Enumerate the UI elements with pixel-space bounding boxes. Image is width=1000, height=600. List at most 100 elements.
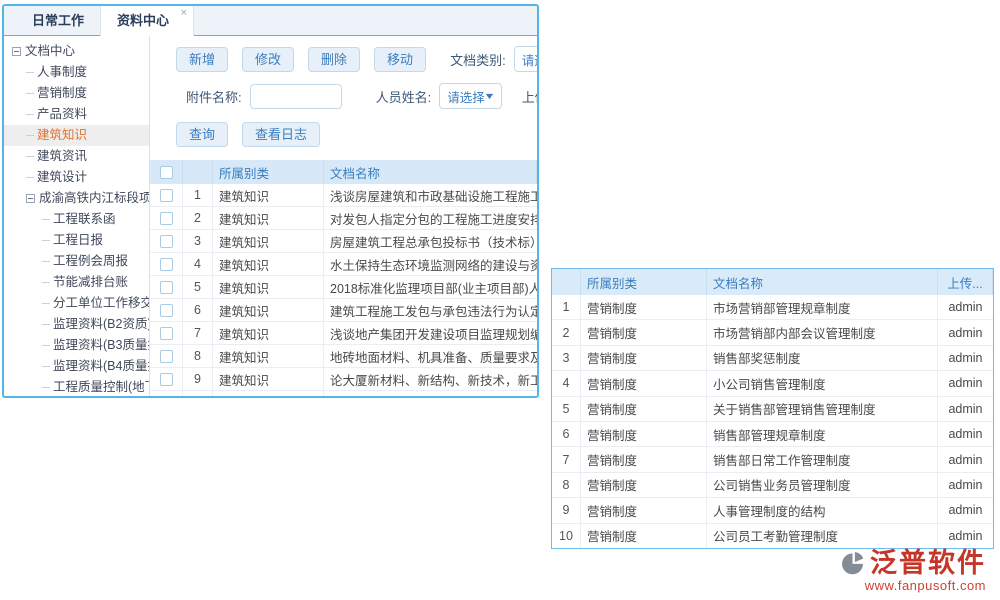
tree-item-node[interactable]: 工程例会周报 [4,251,149,272]
table-row[interactable]: 6营销制度销售部管理规章制度admin [552,422,993,447]
tree-connector-icon [42,324,50,325]
row-checkbox-cell [150,230,183,252]
row-checkbox[interactable] [160,258,173,271]
row-docname: 浅谈房屋建筑和市政基础设施工程施工... [324,184,537,206]
row-checkbox-cell [150,253,183,275]
tree-connector-icon [42,366,50,367]
select-all-checkbox[interactable] [160,166,173,179]
row-index: 2 [183,207,213,229]
table-row[interactable]: 9建筑知识论大厦新材料、新结构、新技术，新工... [150,368,537,391]
toolbar-button[interactable]: 新增 [176,47,228,72]
doc-category-select[interactable]: 请选择 ▼ [514,46,537,72]
table-row[interactable]: 4建筑知识水土保持生态环境监测网络的建设与资... [150,253,537,276]
row-docname: 公司员工考勤管理制度 [707,524,938,548]
tree-item-node[interactable]: 监理资料(B4质量控制) [4,356,149,377]
table-row[interactable]: 6建筑知识建筑工程施工发包与承包违法行为认定... [150,299,537,322]
row-category: 建筑知识 [213,322,324,344]
row-uploader: admin [938,320,993,344]
table-row[interactable]: 7营销制度销售部日常工作管理制度admin [552,447,993,472]
collapse-icon[interactable] [26,194,35,203]
row-checkbox[interactable] [160,189,173,202]
row-index: 3 [552,346,581,370]
tree-item-label: 监理资料(B3质量控制) [53,335,149,356]
table-row[interactable]: 10建筑知识大厦地下室加气砼墙砌筑工程的施工方... [150,391,537,396]
table-row[interactable]: 1建筑知识浅谈房屋建筑和市政基础设施工程施工... [150,184,537,207]
table-row[interactable]: 8营销制度公司销售业务员管理制度admin [552,473,993,498]
tree-item-label: 工程联系函 [53,209,116,230]
tree-item-node[interactable]: 营销制度 [4,83,149,104]
row-uploader: admin [938,473,993,497]
table-row[interactable]: 2建筑知识对发包人指定分包的工程施工进度安排... [150,207,537,230]
toolbar-button[interactable]: 修改 [242,47,294,72]
row-category: 营销制度 [581,447,707,471]
tree-item-node[interactable]: 建筑设计 [4,167,149,188]
table-row[interactable]: 7建筑知识浅谈地产集团开发建设项目监理规划编... [150,322,537,345]
tree-item-node[interactable]: 成渝高铁内江标段项目 [4,188,149,209]
header-category: 所属别类 [581,269,707,295]
collapse-icon[interactable] [12,47,21,56]
tree-item-node[interactable]: 产品资料 [4,104,149,125]
row-checkbox-cell [150,322,183,344]
table-row[interactable]: 5营销制度关于销售部管理销售管理制度admin [552,397,993,422]
row-checkbox[interactable] [160,212,173,225]
tree-item-node[interactable]: 监理资料(B3质量控制) [4,335,149,356]
view-log-button[interactable]: 查看日志 [242,122,320,147]
row-checkbox[interactable] [160,350,173,363]
toolbar-button[interactable]: 删除 [308,47,360,72]
row-checkbox[interactable] [160,235,173,248]
attachment-name-label: 附件名称: [186,87,242,106]
row-docname: 销售部日常工作管理制度 [707,447,938,471]
row-docname: 小公司销售管理制度 [707,371,938,395]
row-index: 4 [552,371,581,395]
row-checkbox[interactable] [160,373,173,386]
tree-item-node[interactable]: 工程日报 [4,230,149,251]
table-row[interactable]: 2营销制度市场营销部内部会议管理制度admin [552,320,993,345]
row-checkbox[interactable] [160,281,173,294]
tree-item-node[interactable]: 分工单位工作移交 [4,293,149,314]
row-checkbox[interactable] [160,304,173,317]
tree-item-node[interactable]: 工程联系函 [4,209,149,230]
tab-bar: 日常工作 资料中心 × [4,6,537,36]
row-index: 1 [183,184,213,206]
tree-item-node[interactable]: 人事制度 [4,62,149,83]
query-toolbar: 查询 查看日志 [150,122,537,147]
tab-data-center[interactable]: 资料中心 × [100,6,194,36]
row-index: 10 [552,524,581,548]
row-docname: 销售部奖惩制度 [707,346,938,370]
row-index: 3 [183,230,213,252]
query-button[interactable]: 查询 [176,122,228,147]
tree-item-node[interactable]: 文档中心 [4,41,149,62]
row-category: 营销制度 [581,524,707,548]
tree-item-selected[interactable]: 建筑知识 [4,125,149,146]
tree-item-label: 监理资料(B4质量控制) [53,356,149,377]
row-checkbox-cell [150,184,183,206]
table-row[interactable]: 10营销制度公司员工考勤管理制度admin [552,524,993,549]
tree-item-node[interactable]: 工程质量控制(地下室) [4,377,149,396]
tree-item-node[interactable]: 建筑资讯 [4,146,149,167]
row-category: 营销制度 [581,473,707,497]
table-row[interactable]: 5建筑知识2018标准化监理项目部(业主项目部)人员... [150,276,537,299]
row-checkbox[interactable] [160,327,173,340]
attachment-name-input[interactable] [250,84,342,109]
toolbar-button[interactable]: 移动 [374,47,426,72]
close-icon[interactable]: × [181,8,187,19]
tree-item-node[interactable]: 节能减排台账 [4,272,149,293]
table-row[interactable]: 8建筑知识地砖地面材料、机具准备、质量要求及... [150,345,537,368]
tree-item-label: 节能减排台账 [53,272,128,293]
person-select[interactable]: 请选择 ▼ [439,83,501,109]
tree-item-node[interactable]: 监理资料(B2资质) [4,314,149,335]
tab-data-center-label: 资料中心 [117,13,169,28]
table-row[interactable]: 3建筑知识房屋建筑工程总承包投标书（技术标）... [150,230,537,253]
row-index: 8 [552,473,581,497]
row-checkbox[interactable] [160,396,173,397]
row-checkbox-cell [150,207,183,229]
table-row[interactable]: 9营销制度人事管理制度的结构admin [552,498,993,523]
row-category: 建筑知识 [213,230,324,252]
row-docname: 浅谈地产集团开发建设项目监理规划编... [324,322,537,344]
tab-daily-work-label: 日常工作 [32,13,84,28]
row-docname: 地砖地面材料、机具准备、质量要求及... [324,345,537,367]
table-row[interactable]: 3营销制度销售部奖惩制度admin [552,346,993,371]
table-row[interactable]: 4营销制度小公司销售管理制度admin [552,371,993,396]
tab-daily-work[interactable]: 日常工作 [16,6,100,35]
table-row[interactable]: 1营销制度市场营销部管理规章制度admin [552,295,993,320]
